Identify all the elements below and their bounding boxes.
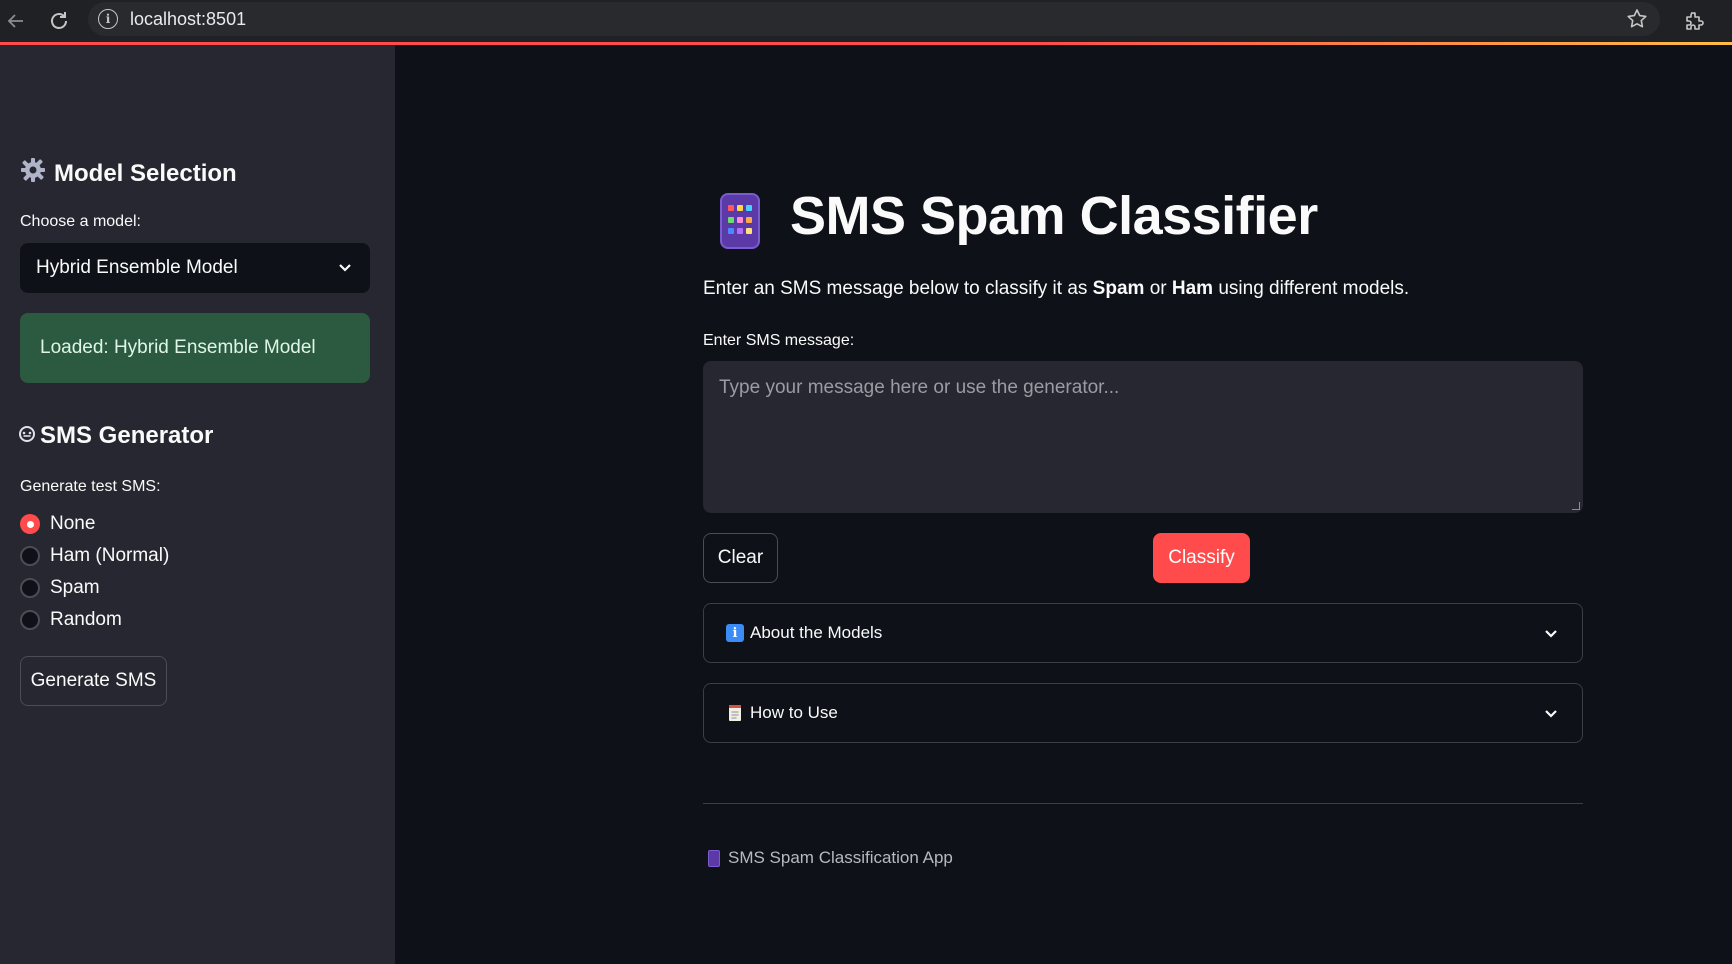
intro-text-part: using different models. (1213, 278, 1410, 299)
radio-button[interactable] (20, 546, 40, 566)
about-models-expander[interactable]: i About the Models (703, 603, 1583, 663)
radio-option-none[interactable]: None (20, 513, 95, 535)
info-icon: i (726, 624, 744, 642)
model-selection-heading: Model Selection (20, 157, 237, 190)
gear-icon (20, 157, 46, 190)
model-loaded-alert: Loaded: Hybrid Ensemble Model (20, 313, 370, 383)
radio-option-random[interactable]: Random (20, 609, 122, 631)
chevron-down-icon (336, 258, 354, 282)
site-info-icon[interactable]: i (98, 9, 118, 29)
radio-label: Random (50, 609, 122, 630)
bookmark-star-icon[interactable] (1624, 6, 1650, 32)
model-select-label: Choose a model: (20, 213, 141, 230)
footer-text: SMS Spam Classification App (728, 848, 953, 867)
chevron-down-icon (1542, 704, 1560, 727)
classify-button[interactable]: Classify (1153, 533, 1250, 583)
intro-text: Enter an SMS message below to classify i… (703, 278, 1409, 300)
intro-ham-bold: Ham (1171, 278, 1214, 299)
model-selection-title: Model Selection (54, 159, 237, 187)
radio-button[interactable] (20, 610, 40, 630)
radio-option-ham[interactable]: Ham (Normal) (20, 545, 169, 567)
intro-text-part: or (1144, 278, 1172, 299)
address-bar[interactable]: i localhost:8501 (88, 2, 1660, 36)
mobile-phone-icon (708, 849, 720, 867)
clear-button[interactable]: Clear (703, 533, 778, 583)
mobile-phone-icon (720, 193, 760, 249)
memo-icon (726, 704, 744, 722)
reload-icon[interactable] (43, 5, 75, 37)
generator-radio-label: Generate test SMS: (20, 478, 161, 495)
chevron-down-icon (1542, 624, 1560, 647)
radio-button[interactable] (20, 578, 40, 598)
intro-text-part: Enter an SMS message below to classify i… (703, 278, 1093, 299)
sms-generator-heading: SMS Generator (18, 422, 213, 450)
page-title: SMS Spam Classifier (790, 186, 1318, 246)
radio-label: Ham (Normal) (50, 545, 170, 566)
sms-input-label: Enter SMS message: (703, 332, 855, 349)
how-to-use-expander[interactable]: How to Use (703, 683, 1583, 743)
radio-button-checked[interactable] (20, 514, 40, 534)
intro-spam-bold: Spam (1092, 278, 1145, 299)
radio-label: None (50, 513, 96, 534)
textarea-resize-handle[interactable] (1572, 502, 1580, 510)
dice-icon (18, 422, 36, 450)
browser-toolbar: i localhost:8501 (0, 0, 1732, 42)
model-select[interactable]: Hybrid Ensemble Model (20, 243, 370, 293)
expander-label: About the Models (750, 623, 883, 642)
model-loaded-text: Loaded: Hybrid Ensemble Model (40, 337, 316, 358)
extensions-icon[interactable] (1678, 5, 1710, 37)
radio-option-spam[interactable]: Spam (20, 577, 100, 599)
footer: SMS Spam Classification App (708, 848, 953, 868)
horizontal-divider (703, 803, 1583, 804)
back-arrow-icon[interactable] (0, 5, 32, 37)
sidebar: Model Selection Choose a model: Hybrid E… (0, 45, 395, 964)
url-text: localhost:8501 (130, 8, 247, 29)
generate-sms-button[interactable]: Generate SMS (20, 656, 167, 706)
sms-message-input[interactable] (703, 361, 1583, 513)
expander-label: How to Use (750, 703, 838, 722)
model-select-value: Hybrid Ensemble Model (36, 257, 238, 278)
sms-generator-title: SMS Generator (40, 422, 214, 449)
radio-label: Spam (50, 577, 100, 598)
